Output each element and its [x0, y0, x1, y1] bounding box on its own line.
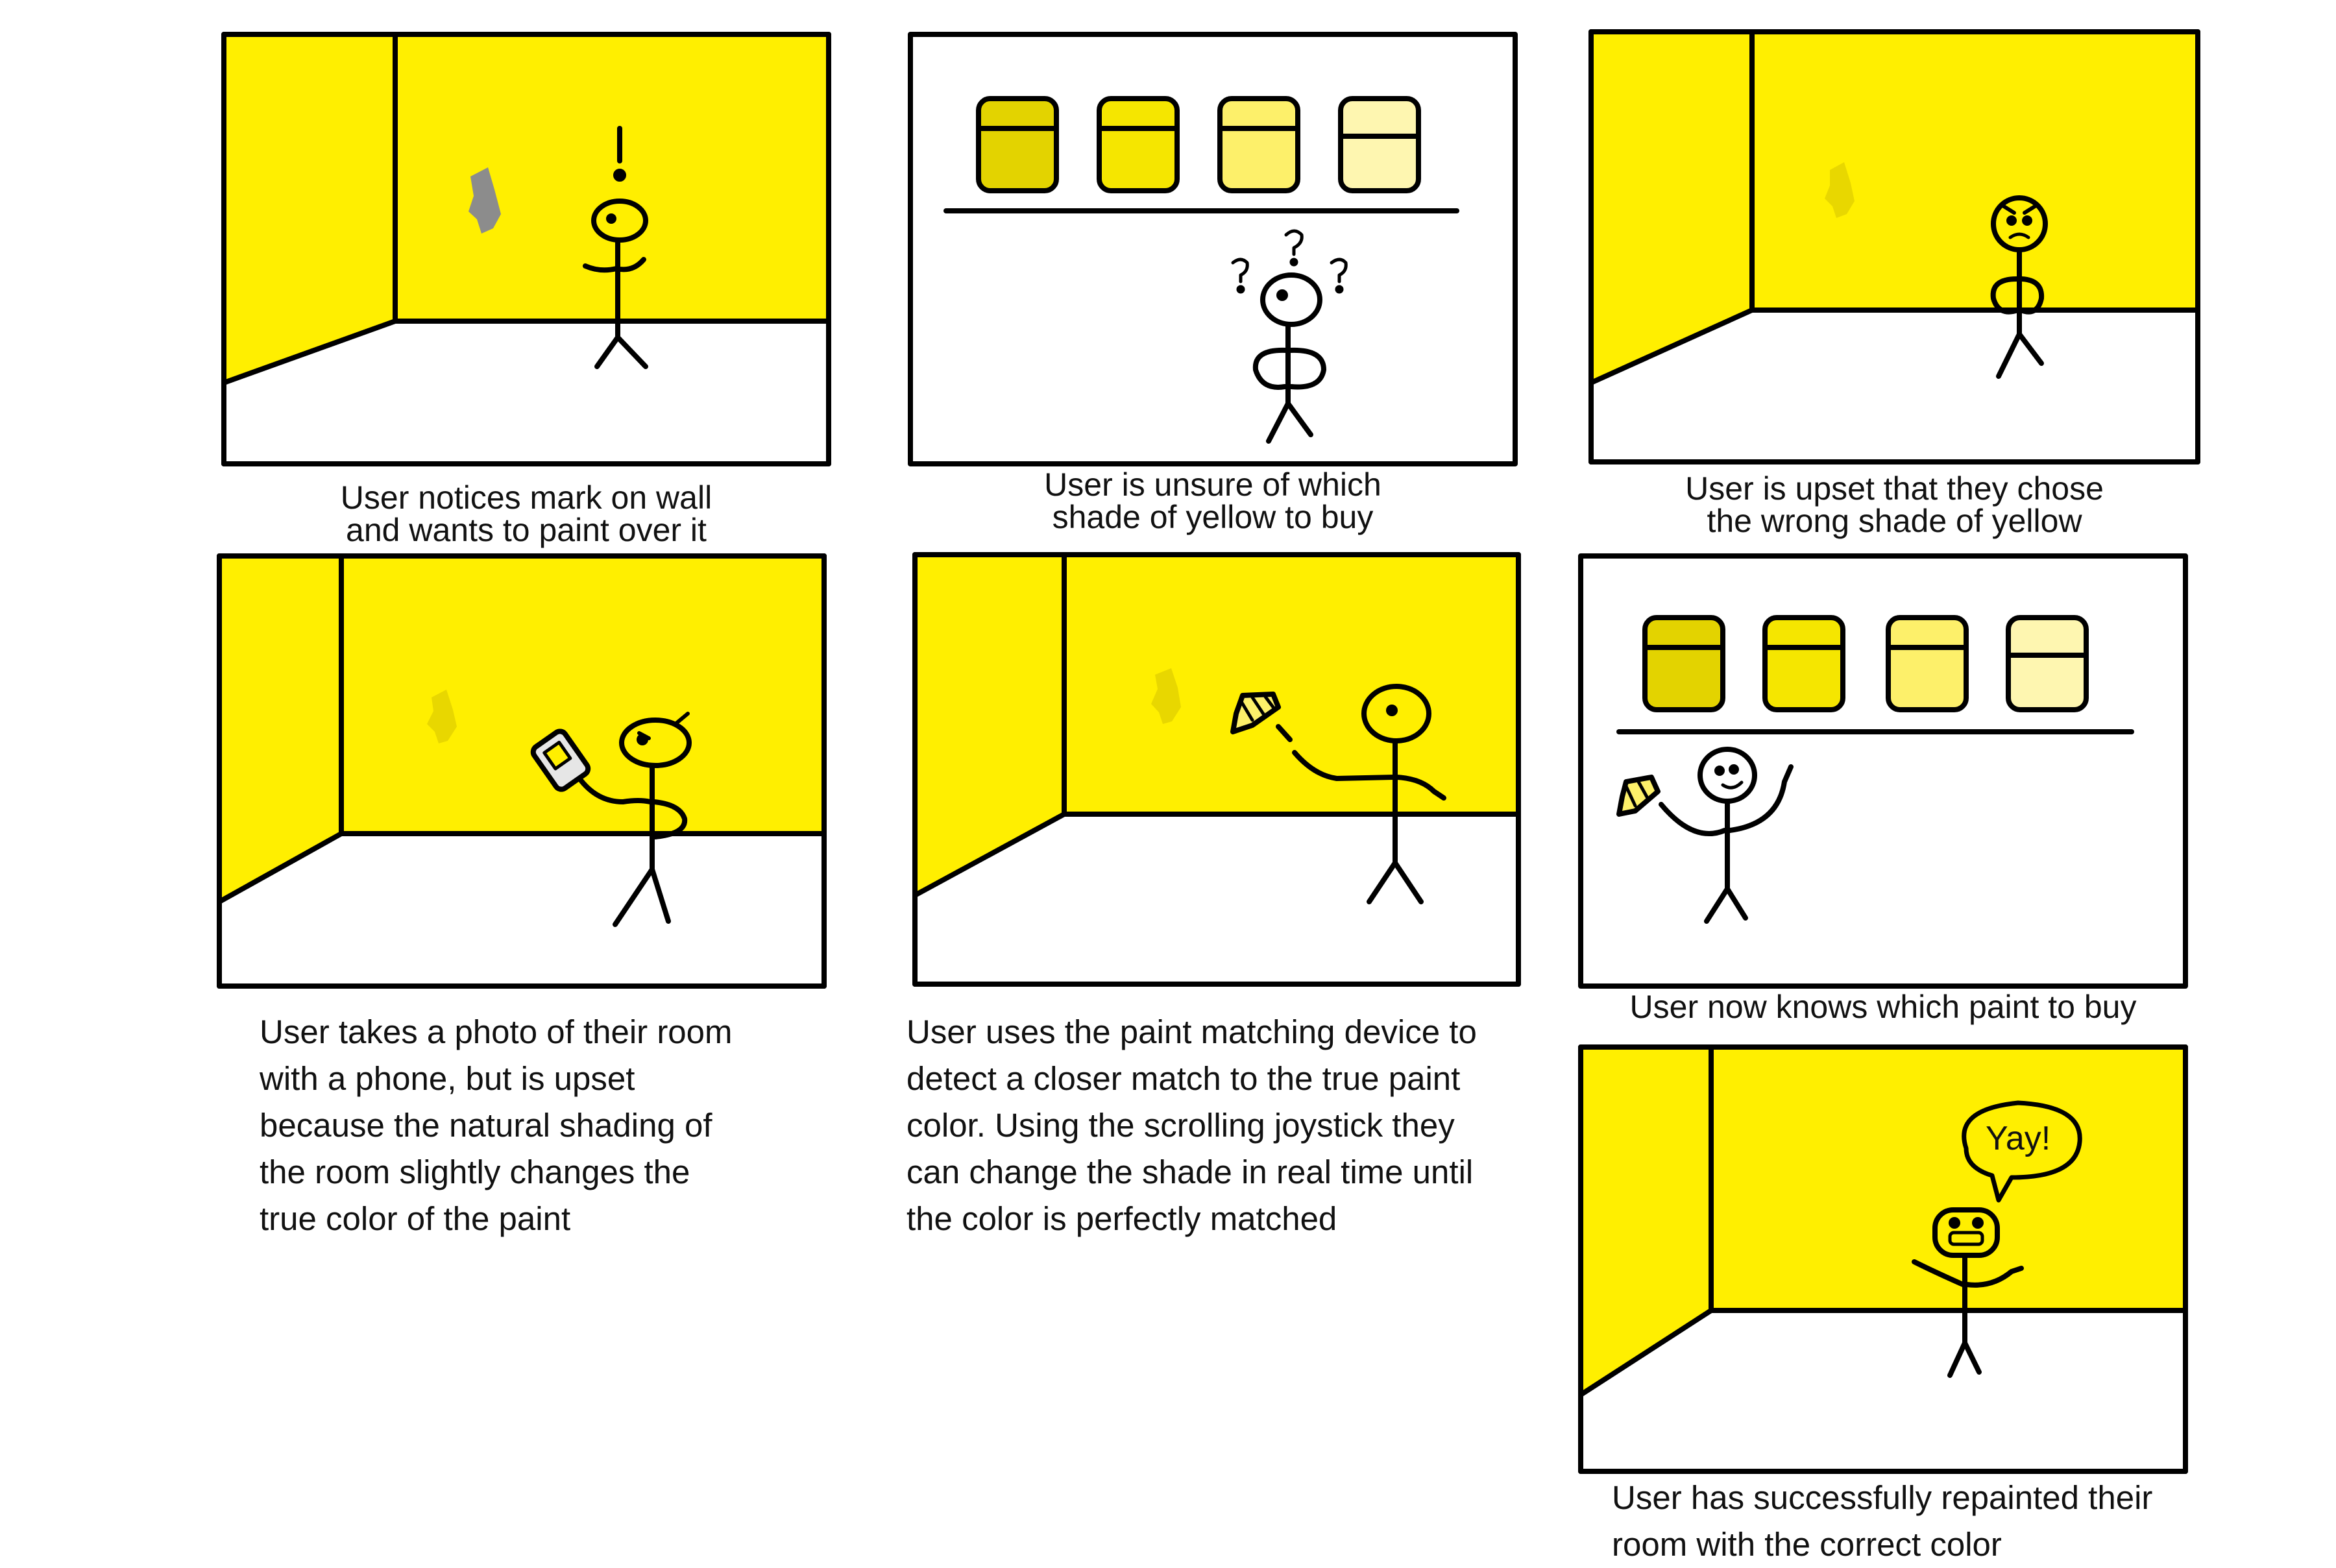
panel-6-caption: User now knows which paint to buy: [1581, 986, 2185, 1028]
paint-can-shade-3: [1217, 96, 1300, 193]
caption-line: User is upset that they chose: [1685, 470, 2104, 507]
caption-line: can change the shade in real time until: [906, 1153, 1474, 1190]
caption-line: User is unsure of which: [1044, 466, 1381, 503]
caption-line: room with the correct color: [1612, 1526, 2002, 1563]
caption-line: User notices mark on wall: [340, 479, 712, 516]
caption-line: color. Using the scrolling joystick they: [906, 1107, 1455, 1144]
speech-bubble-text: Yay!: [1986, 1120, 2050, 1157]
paint-can-shade-1: [1642, 615, 1725, 712]
caption-line: and wants to paint over it: [346, 512, 707, 548]
caption-line: User has successfully repainted their: [1612, 1479, 2153, 1516]
caption-line: User uses the paint matching device to: [906, 1013, 1477, 1050]
panel-4: [217, 553, 827, 989]
caption-line: because the natural shading of: [260, 1107, 712, 1144]
caption-line: with a phone, but is upset: [260, 1060, 635, 1097]
paint-can-shade-2: [1762, 615, 1845, 712]
panel-1: [221, 32, 831, 466]
panel-4-caption: User takes a photo of their room with a …: [260, 1009, 811, 1242]
caption-line: the wrong shade of yellow: [1707, 503, 2082, 539]
paint-can-shade-2: [1097, 96, 1180, 193]
caption-line: User takes a photo of their room: [260, 1013, 733, 1050]
panel-3: [1588, 29, 2200, 464]
panel-2-caption: User is unsure of which shade of yellow …: [910, 468, 1515, 533]
paint-can-shade-1: [976, 96, 1059, 193]
paint-can-shade-4: [1338, 96, 1421, 193]
panel-2: [908, 32, 1518, 466]
caption-line: the color is perfectly matched: [906, 1200, 1337, 1237]
caption-line: detect a closer match to the true paint: [906, 1060, 1461, 1097]
panel-7-caption: User has successfully repainted their ro…: [1612, 1475, 2196, 1568]
storyboard-canvas: Yay!: [217, 29, 2200, 1474]
panel-3-caption: User is upset that they chose the wrong …: [1591, 472, 2198, 537]
caption-line: the room slightly changes the: [260, 1153, 690, 1190]
paint-can-shade-4: [2006, 615, 2089, 712]
panel-7: [1578, 1044, 2188, 1474]
panel-5-caption: User uses the paint matching device to d…: [906, 1009, 1529, 1242]
caption-line: true color of the paint: [260, 1200, 571, 1237]
panel-6: [1578, 553, 2188, 989]
panel-5: [912, 552, 1521, 987]
caption-line: shade of yellow to buy: [1052, 499, 1374, 535]
caption-line: User now knows which paint to buy: [1629, 989, 2137, 1025]
paint-can-shade-3: [1886, 615, 1969, 712]
panel-1-caption: User notices mark on wall and wants to p…: [224, 481, 829, 546]
